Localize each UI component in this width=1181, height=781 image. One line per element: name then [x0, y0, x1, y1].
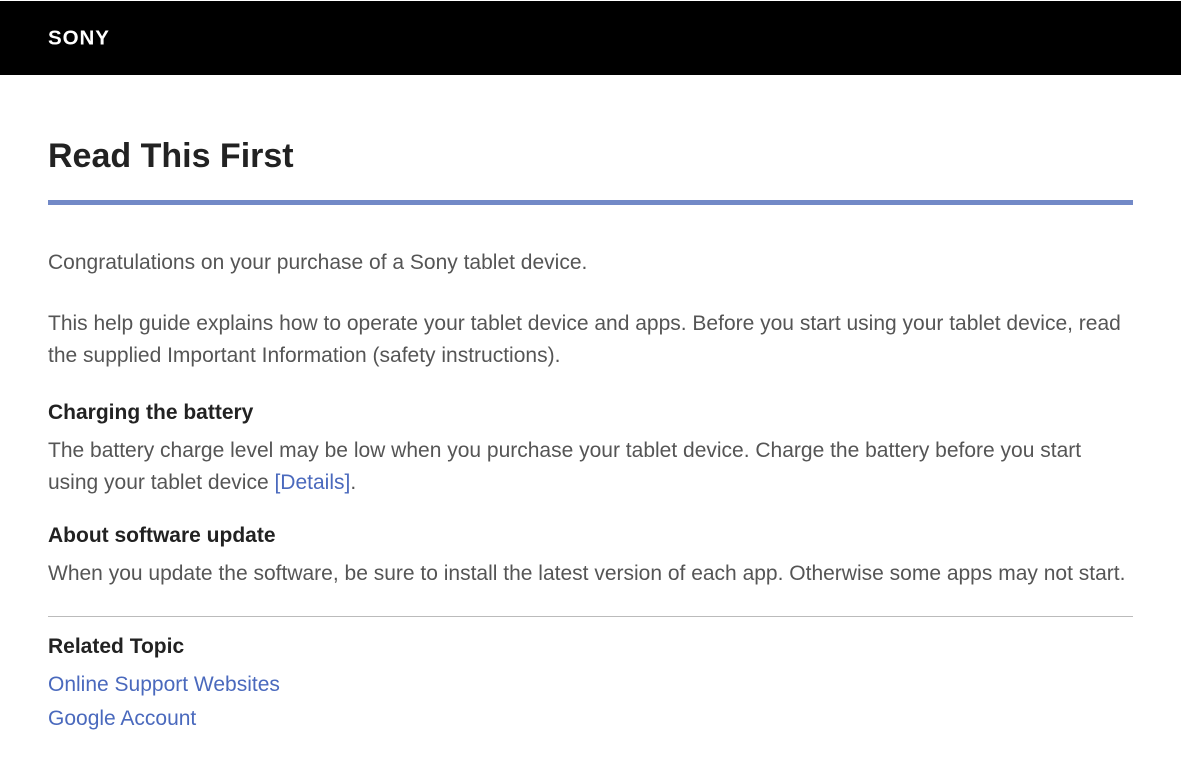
- details-link[interactable]: [Details]: [274, 471, 350, 494]
- content-area: Read This First Congratulations on your …: [0, 137, 1181, 731]
- title-divider: [48, 200, 1133, 205]
- sony-logo: SONY: [48, 26, 188, 50]
- charging-text-before: The battery charge level may be low when…: [48, 439, 1081, 495]
- intro-paragraph-2: This help guide explains how to operate …: [48, 308, 1133, 373]
- intro-paragraph-1: Congratulations on your purchase of a So…: [48, 247, 1133, 280]
- section-heading-charging: Charging the battery: [48, 401, 1133, 425]
- related-link-support[interactable]: Online Support Websites: [48, 673, 1133, 697]
- related-divider: [48, 616, 1133, 617]
- charging-text-after: .: [350, 471, 356, 494]
- page-title: Read This First: [48, 137, 1133, 176]
- svg-text:SONY: SONY: [48, 27, 110, 50]
- section-text-update: When you update the software, be sure to…: [48, 558, 1133, 591]
- section-text-charging: The battery charge level may be low when…: [48, 435, 1133, 500]
- header-bar: SONY: [0, 1, 1181, 75]
- section-heading-update: About software update: [48, 524, 1133, 548]
- related-link-google[interactable]: Google Account: [48, 707, 1133, 731]
- related-heading: Related Topic: [48, 635, 1133, 659]
